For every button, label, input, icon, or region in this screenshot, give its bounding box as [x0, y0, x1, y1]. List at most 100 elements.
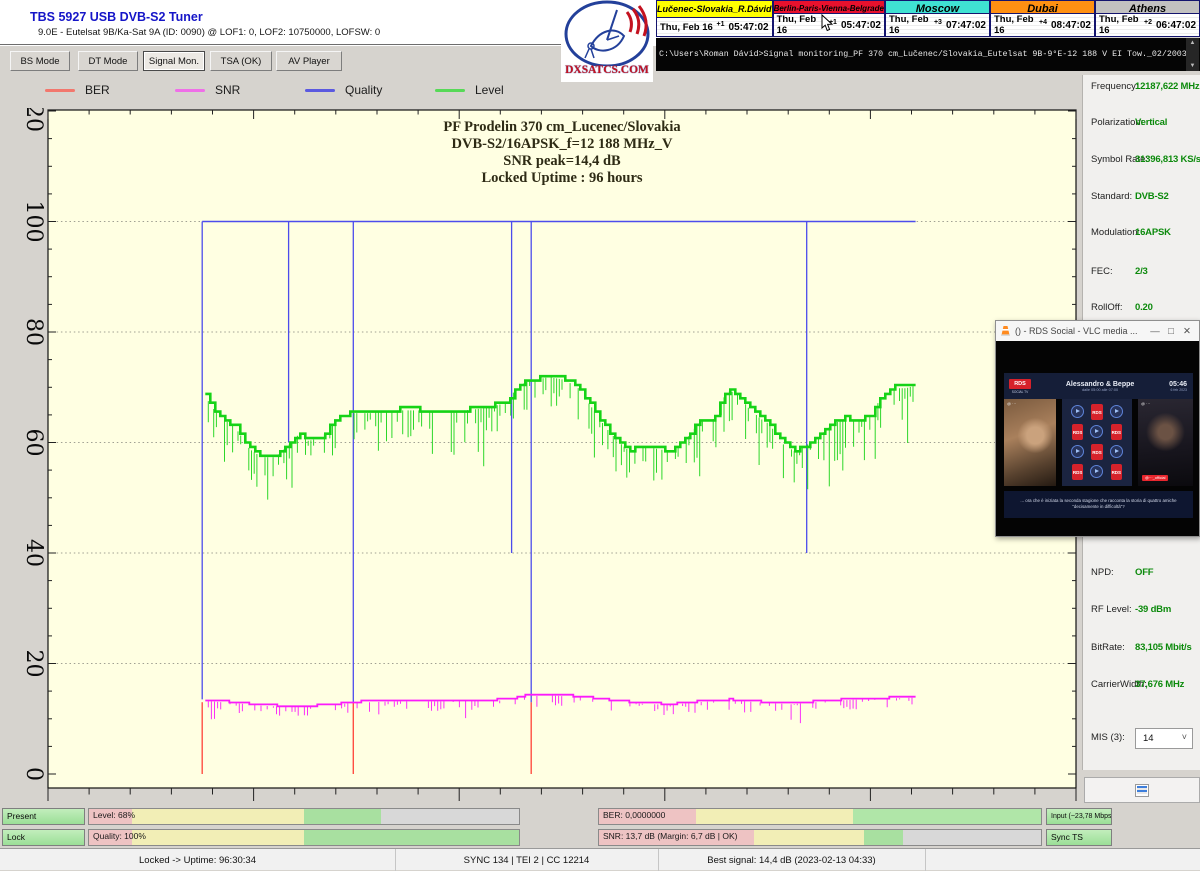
command-prompt-text: C:\Users\Roman Dávid>Signal monitoring_P…: [656, 50, 1186, 59]
scroll-up-icon[interactable]: ▲: [1190, 40, 1196, 46]
right-video-feed: @ ··· @···_official: [1138, 399, 1193, 486]
clock-date: Thu, Feb 16: [1099, 14, 1144, 36]
input-indicator: Input (~23,78 Mbps): [1046, 808, 1112, 825]
clock-date: Thu, Feb 16: [889, 14, 934, 36]
param-row-frequency: Frequency:12187,622 MHz: [1083, 81, 1200, 95]
mouse-cursor-icon: [820, 14, 834, 32]
vlc-title: () - RDS Social - VLC media ...: [1015, 326, 1147, 336]
clock-utc-offset: +2: [1144, 19, 1152, 26]
clock-name: Lučenec-Slovakia_R.Dávid: [657, 1, 772, 18]
svg-text:100: 100: [21, 201, 46, 243]
clock-name: Athens: [1096, 1, 1199, 14]
ber-line-swatch: [45, 89, 75, 92]
rds-tile: RDS: [1072, 424, 1083, 440]
page-title: TBS 5927 USB DVB-S2 Tuner: [30, 10, 203, 24]
signal-chart: 020406080100120PF Prodelin 370 cm_Lucene…: [0, 108, 1082, 805]
signal-chart-area: 020406080100120PF Prodelin 370 cm_Lucene…: [0, 108, 1082, 805]
clock-name: Berlin-Paris-Vienna-Belgrade: [774, 1, 884, 14]
chevron-down-icon: ˅: [1182, 732, 1187, 742]
svg-text:120: 120: [21, 108, 46, 132]
param-row-rolloff: RollOff:0.20: [1083, 302, 1200, 316]
show-header: RDS SOCIAL TV Alessandro & Beppe dalle 0…: [1004, 373, 1193, 399]
syncts-indicator: Sync TS: [1046, 829, 1112, 846]
scroll-down-icon[interactable]: ▼: [1190, 63, 1196, 69]
page-subtitle: 9.0E - Eutelsat 9B/Ka-Sat 9A (ID: 0090) …: [38, 27, 380, 38]
clock-time-row: Thu, Feb 16+105:47:02: [657, 18, 772, 36]
svg-text:PF Prodelin 370 cm_Lucenec/Slo: PF Prodelin 370 cm_Lucenec/Slovakia: [443, 119, 681, 135]
tab-bs-mode[interactable]: BS Mode: [10, 51, 70, 71]
vlc-maximize-button[interactable]: □: [1163, 326, 1179, 337]
clock-utc-offset: +1: [717, 21, 725, 28]
clock-utc-offset: +3: [934, 19, 942, 26]
legend-label: SNR: [215, 83, 240, 97]
meter-segment: [132, 830, 304, 845]
legend-label: Quality: [345, 83, 382, 97]
rds-tile: RDS: [1111, 424, 1122, 440]
play-icon: [1108, 443, 1125, 459]
rds-tile: RDS: [1091, 444, 1102, 460]
clock-time: 07:47:02: [946, 20, 986, 31]
param-row-symbolrate: Symbol Rate:31396,813 KS/s: [1083, 154, 1200, 168]
command-prompt-bar: C:\Users\Roman Dávid>Signal monitoring_P…: [656, 38, 1200, 71]
meter-segment: [903, 830, 1041, 845]
legend-label: BER: [85, 83, 110, 97]
chart-legend: BER SNR Quality Level: [0, 75, 1082, 108]
param-row-polarization: Polarization:Vertical: [1083, 117, 1200, 131]
tab-av-player[interactable]: AV Player: [276, 51, 342, 71]
legend-item-quality: Quality: [305, 83, 382, 97]
clock-time-row: Thu, Feb 16+3 07:47:02: [886, 14, 989, 36]
mis-dropdown[interactable]: 14 ˅: [1135, 728, 1193, 749]
svg-text:80: 80: [21, 318, 46, 346]
vlc-video-area[interactable]: RDS SOCIAL TV Alessandro & Beppe dalle 0…: [996, 341, 1199, 536]
rds-tile: RDS: [1091, 404, 1102, 420]
tab-dt-mode[interactable]: DT Mode: [78, 51, 138, 71]
quality-line-swatch: [305, 89, 335, 92]
clock-name: Moscow: [886, 1, 989, 14]
meter-segment: [853, 809, 1041, 824]
snr-line-swatch: [175, 89, 205, 92]
level-line-swatch: [435, 89, 465, 92]
logo-text: DXSATCS.COM: [561, 64, 653, 76]
sync-status: SYNC 134 | TEI 2 | CC 12214: [395, 849, 659, 871]
play-icon: [1069, 443, 1086, 459]
vlc-minimize-button[interactable]: —: [1147, 326, 1163, 337]
svg-text:20: 20: [21, 650, 46, 678]
rds-tile-wall: RDS RDS RDS RDS RDS RDS: [1062, 399, 1132, 486]
param-row-mis: MIS (3): 14 ˅: [1083, 732, 1200, 746]
vlc-titlebar[interactable]: () - RDS Social - VLC media ... — □ ✕: [996, 321, 1199, 341]
svg-text:SNR peak=14,4 dB: SNR peak=14,4 dB: [503, 153, 621, 169]
clock-moscow: Moscow Thu, Feb 16+3 07:47:02: [885, 0, 990, 37]
list-icon: [1135, 784, 1149, 797]
world-clocks: Lučenec-Slovakia_R.Dávid Thu, Feb 16+105…: [656, 0, 1200, 37]
clock-time: 08:47:02: [1051, 20, 1091, 31]
meter-segment: [754, 830, 865, 845]
app-window: { "window": { "title": "TBS 5927 USB DVB…: [0, 0, 1200, 870]
play-icon: [1088, 423, 1105, 439]
tab-tsa[interactable]: TSA (OK): [210, 51, 272, 71]
meter-segment: [696, 809, 853, 824]
rds-tile: RDS: [1072, 464, 1083, 480]
vlc-close-button[interactable]: ✕: [1179, 326, 1195, 337]
tab-signal-mon[interactable]: Signal Mon.: [143, 51, 205, 71]
clock-time: 06:47:02: [1156, 20, 1196, 31]
clock-name: Dubai: [991, 1, 1094, 14]
rds-tile: RDS: [1111, 464, 1122, 480]
play-icon: [1108, 403, 1125, 419]
legend-item-snr: SNR: [175, 83, 240, 97]
param-row-bitrate: BitRate:83,105 Mbit/s: [1083, 642, 1200, 656]
legend-label: Level: [475, 83, 504, 97]
play-icon: [1088, 463, 1105, 479]
header-divider: [0, 44, 563, 45]
lock-indicator: Lock: [2, 829, 85, 846]
svg-text:DVB-S2/16APSK_f=12 188 MHz_V: DVB-S2/16APSK_f=12 188 MHz_V: [452, 136, 673, 152]
svg-text:60: 60: [21, 429, 46, 457]
param-row-carrierwidth: CarrierWidth:37,676 MHz: [1083, 679, 1200, 693]
ber-meter: BER: 0,0000000: [598, 808, 1042, 825]
cmd-scrollbar[interactable]: ▲ ▼: [1186, 38, 1199, 71]
satellite-dish-icon: [561, 0, 653, 66]
rds-logo: RDS SOCIAL TV: [1009, 379, 1031, 394]
sidebar-ts-button[interactable]: [1084, 777, 1200, 803]
clock-time-row: Thu, Feb 16+2 06:47:02: [1096, 14, 1199, 36]
show-subtitle: dalle 05:00 alle 07:00: [1031, 388, 1169, 392]
vlc-window[interactable]: () - RDS Social - VLC media ... — □ ✕ RD…: [995, 320, 1200, 537]
